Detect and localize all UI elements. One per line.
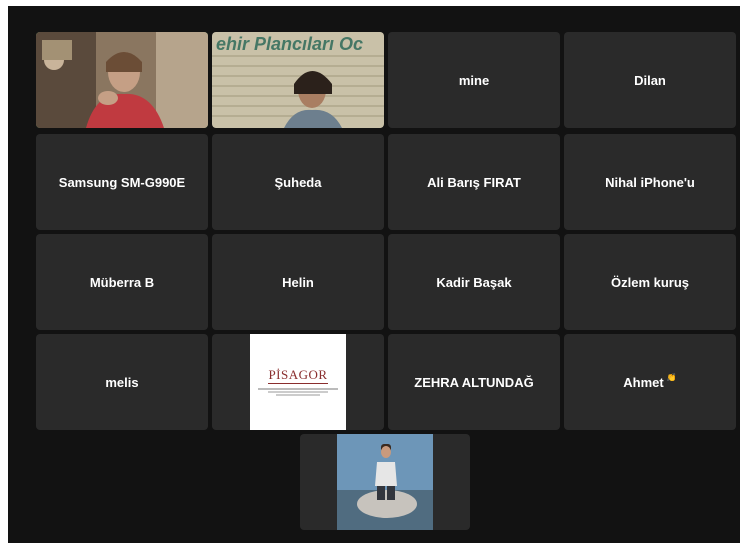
participant-tile[interactable]: Helin — [212, 234, 384, 330]
participant-video-feed — [337, 434, 433, 530]
participant-video-feed — [36, 32, 208, 128]
participant-tile[interactable]: ZEHRA ALTUNDAĞ — [388, 334, 560, 430]
logo-subtext-decoration — [258, 387, 338, 397]
participant-tile[interactable]: Samsung SM-G990E — [36, 134, 208, 230]
participant-name: Ali Barış FIRAT — [427, 174, 521, 190]
participant-name: Nihal iPhone'u — [605, 174, 695, 190]
participant-tile[interactable]: melis — [36, 334, 208, 430]
participant-name: Özlem kuruş — [610, 274, 690, 290]
participant-tile[interactable]: Ali Barış FIRAT — [388, 134, 560, 230]
participant-tile[interactable]: Özlem kuruş — [564, 234, 736, 330]
participant-name: Şuheda — [274, 174, 322, 190]
participant-tile[interactable]: Şuheda — [212, 134, 384, 230]
video-grid: ehir Plancıları Oc mine Dilan Samsung SM… — [8, 6, 740, 543]
reaction-emoji-icon: 👏 — [666, 372, 677, 382]
participant-tile[interactable]: Ahmet 👏 — [564, 334, 736, 430]
participant-tile[interactable]: Nihal iPhone'u — [564, 134, 736, 230]
participant-name: Kadir Başak — [436, 274, 512, 290]
participant-tile[interactable]: Dilan — [564, 32, 736, 128]
participant-name: Samsung SM-G990E — [58, 174, 186, 190]
participant-name: ZEHRA ALTUNDAĞ — [414, 374, 534, 390]
participant-profile-picture: PİSAGOR — [250, 334, 346, 430]
participant-tile-active-speaker[interactable] — [36, 32, 208, 128]
participant-tile-logo[interactable]: PİSAGOR — [212, 334, 384, 430]
participant-name: Müberra B — [89, 274, 155, 290]
participant-tile-video[interactable]: ehir Plancıları Oc — [212, 32, 384, 128]
logo-text: PİSAGOR — [268, 367, 328, 384]
participant-name: Ahmet — [623, 374, 664, 390]
participant-tile-video[interactable] — [300, 434, 470, 530]
participant-tile[interactable]: Kadir Başak — [388, 234, 560, 330]
participant-name: Helin — [282, 274, 314, 290]
participant-tile[interactable]: mine — [388, 32, 560, 128]
participant-name: Dilan — [634, 72, 666, 88]
participant-name: mine — [458, 72, 490, 88]
participant-tile[interactable]: Müberra B — [36, 234, 208, 330]
background-sign-text: ehir Plancıları Oc — [216, 34, 364, 54]
participant-name: melis — [105, 374, 139, 390]
